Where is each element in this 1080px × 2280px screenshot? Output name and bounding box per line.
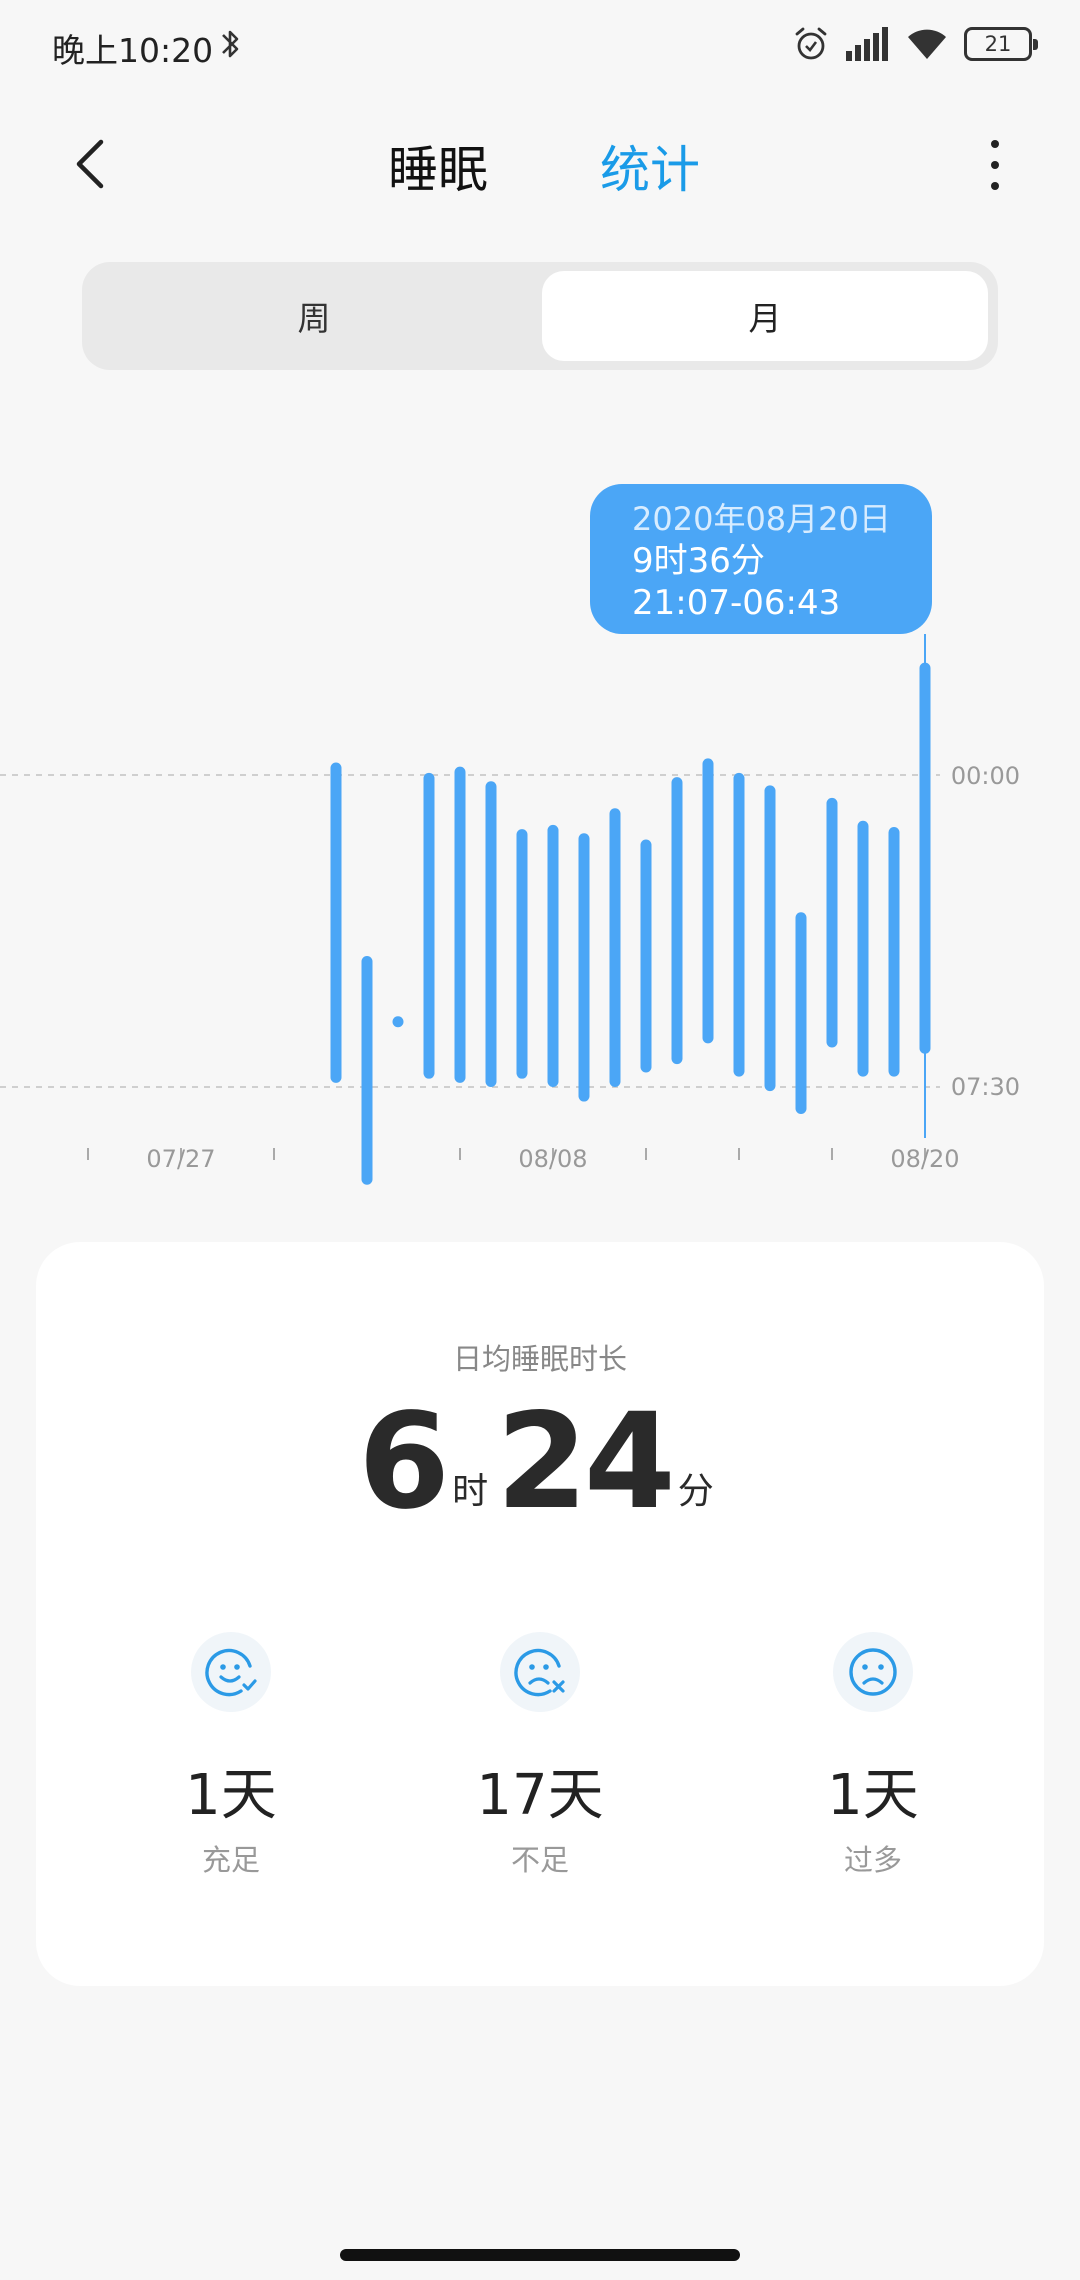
status-bar: 晚上10:20 21 xyxy=(0,0,1080,90)
sleep-chart[interactable]: 2020年08月20日 9时36分 21:07-06:43 00:00 07:3… xyxy=(0,470,1080,1190)
sleep-bar[interactable] xyxy=(423,772,435,1079)
summary-card: 日均睡眠时长 6 时 24 分 1天 充足 17天 不足 1天 过多 xyxy=(36,1242,1044,1986)
signal-icon xyxy=(846,27,888,61)
sleep-bar[interactable] xyxy=(454,766,466,1083)
y-axis-label-top: 00:00 xyxy=(950,762,1020,790)
more-options-button[interactable] xyxy=(980,132,1010,198)
back-button[interactable] xyxy=(60,134,120,194)
tab-statistics[interactable]: 统计 xyxy=(600,130,700,202)
sleep-bar[interactable] xyxy=(795,912,807,1115)
avg-minutes: 24 xyxy=(496,1385,676,1539)
sleep-bar[interactable] xyxy=(671,777,683,1065)
sleep-bar[interactable] xyxy=(330,762,342,1083)
segment-week[interactable]: 周 xyxy=(91,271,537,361)
sleep-bar[interactable] xyxy=(361,955,373,1185)
chevron-left-icon xyxy=(76,139,104,189)
sleep-bar[interactable] xyxy=(609,808,621,1087)
x-axis-label: 08/20 xyxy=(890,1145,960,1173)
sleep-bar[interactable] xyxy=(392,1016,404,1028)
more-vertical-icon xyxy=(991,140,999,148)
tooltip-time-range: 21:07-06:43 xyxy=(632,583,841,623)
x-axis-label: 08/08 xyxy=(518,1145,588,1173)
header: 睡眠 统计 xyxy=(0,110,1080,220)
sleep-bar[interactable] xyxy=(919,662,931,1054)
stat-label: 过多 xyxy=(843,1843,902,1877)
stat-sufficient: 1天 充足 xyxy=(121,1632,341,1879)
status-time: 晚上10:20 xyxy=(52,31,214,70)
segment-month[interactable]: 月 xyxy=(542,271,988,361)
sad-x-icon xyxy=(500,1632,580,1712)
sleep-stats-screen: 晚上10:20 21 睡眠 统计 周 月 2020年08月20日 9时36分 2… xyxy=(0,0,1080,2280)
stat-value: 1天 xyxy=(827,1763,919,1828)
sleep-bar[interactable] xyxy=(764,785,776,1092)
alarm-icon xyxy=(795,27,827,60)
stat-insufficient: 17天 不足 xyxy=(430,1632,650,1879)
sleep-bar[interactable] xyxy=(888,827,900,1077)
minutes-unit: 分 xyxy=(677,1471,714,1512)
period-segment-control: 周 月 xyxy=(82,262,998,370)
sleep-bar[interactable] xyxy=(702,758,714,1044)
y-axis-label-bottom: 07:30 xyxy=(950,1073,1020,1101)
sleep-bar[interactable] xyxy=(640,839,652,1073)
tooltip-date: 2020年08月20日 xyxy=(632,500,891,538)
sleep-bar[interactable] xyxy=(733,772,745,1077)
tab-sleep[interactable]: 睡眠 xyxy=(388,130,488,202)
stat-label: 充足 xyxy=(201,1843,260,1877)
sleep-bar[interactable] xyxy=(485,781,497,1087)
avg-sleep-duration: 6 时 24 分 xyxy=(36,1392,1044,1532)
avg-sleep-title: 日均睡眠时长 xyxy=(452,1342,627,1376)
sleep-bar[interactable] xyxy=(578,833,590,1102)
smile-check-icon xyxy=(191,1632,271,1712)
wifi-icon xyxy=(908,29,946,59)
battery-icon: 21 xyxy=(964,27,1038,61)
battery-level: 21 xyxy=(984,32,1012,56)
tooltip-duration: 9时36分 xyxy=(632,541,765,581)
avg-hours: 6 xyxy=(358,1385,450,1539)
stat-excessive: 1天 过多 xyxy=(763,1632,983,1879)
sad-face-icon xyxy=(833,1632,913,1712)
hours-unit: 时 xyxy=(452,1471,489,1512)
home-indicator[interactable] xyxy=(340,2249,740,2261)
sleep-bar[interactable] xyxy=(857,820,869,1077)
status-icons: 21 xyxy=(792,22,1038,66)
stat-label: 不足 xyxy=(510,1843,569,1877)
x-axis-label: 07/27 xyxy=(146,1145,216,1173)
sleep-bar[interactable] xyxy=(516,829,528,1079)
stat-value: 1天 xyxy=(185,1763,277,1828)
chart-tooltip: 2020年08月20日 9时36分 21:07-06:43 xyxy=(590,484,932,634)
bluetooth-icon xyxy=(222,30,239,58)
sleep-bar[interactable] xyxy=(547,824,559,1087)
sleep-bar[interactable] xyxy=(826,797,838,1048)
stat-value: 17天 xyxy=(476,1763,604,1828)
